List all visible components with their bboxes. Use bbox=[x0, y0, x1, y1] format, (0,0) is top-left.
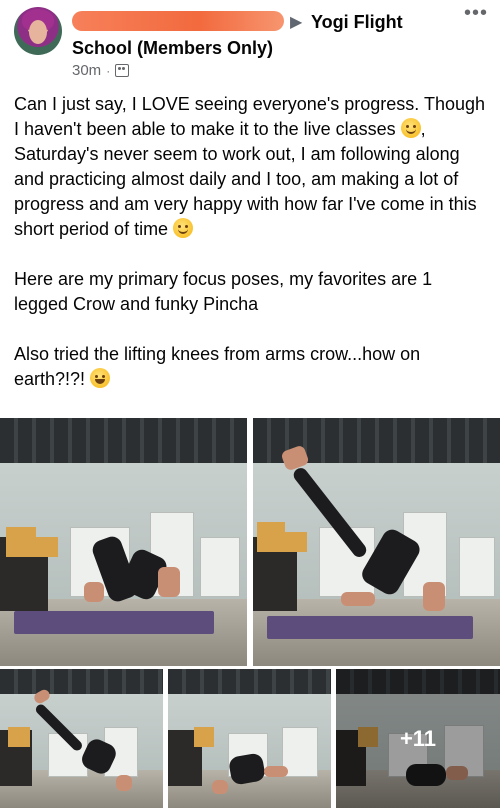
meta-dot: · bbox=[106, 63, 111, 78]
redacted-author-name bbox=[72, 11, 284, 31]
post-header: ▶ Yogi Flight School (Members Only) 30m … bbox=[0, 0, 500, 92]
post-paragraph-3: Also tried the lifting knees from arms c… bbox=[14, 342, 490, 392]
post-paragraph-2: Here are my primary focus poses, my favo… bbox=[14, 269, 433, 314]
tears-of-joy-emoji-icon bbox=[90, 368, 111, 388]
post-photo-2[interactable] bbox=[253, 418, 500, 666]
post-paragraph-1: Can I just say, I LOVE seeing everyone's… bbox=[14, 92, 490, 242]
more-photos-count[interactable]: +11 bbox=[336, 669, 500, 808]
post-photo-4[interactable] bbox=[168, 669, 331, 808]
post-body: Can I just say, I LOVE seeing everyone's… bbox=[14, 92, 490, 417]
avatar[interactable] bbox=[14, 7, 62, 55]
group-name[interactable]: Yogi Flight bbox=[311, 12, 403, 33]
post-photo-1[interactable] bbox=[0, 418, 247, 666]
more-options-button[interactable]: ••• bbox=[462, 3, 490, 26]
group-audience-icon bbox=[115, 64, 130, 77]
smiling-face-emoji-icon bbox=[173, 218, 194, 238]
post-meta: 30m · bbox=[72, 62, 130, 79]
post-photo-5[interactable]: +11 bbox=[336, 669, 500, 808]
group-name-continued[interactable]: School (Members Only) bbox=[72, 38, 273, 59]
avatar-face bbox=[29, 20, 47, 44]
post-text-segment: Also tried the lifting knees from arms c… bbox=[14, 344, 421, 389]
arrow-separator-icon: ▶ bbox=[290, 14, 303, 31]
pensive-face-emoji-icon bbox=[400, 118, 421, 138]
post-photo-3[interactable] bbox=[0, 669, 163, 808]
post-timestamp[interactable]: 30m bbox=[72, 62, 101, 79]
